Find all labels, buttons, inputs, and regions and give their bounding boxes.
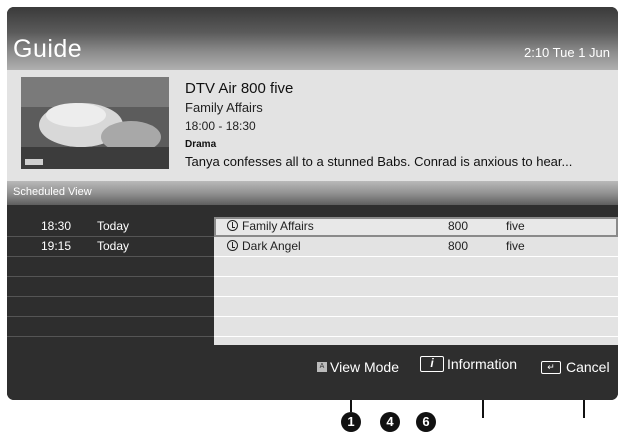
scheduled-view-label: Scheduled View <box>13 186 92 198</box>
information-button[interactable]: i Information <box>420 356 517 372</box>
table-row <box>214 317 618 337</box>
callout-number: 4 <box>380 412 400 432</box>
channel-name: DTV Air 800 five <box>185 80 294 97</box>
programme-description: Tanya confesses all to a stunned Babs. C… <box>185 154 573 169</box>
callout-number: 1 <box>341 412 361 432</box>
programme-time: 18:00 - 18:30 <box>185 119 256 133</box>
guide-header: Guide 2:10 Tue 1 Jun <box>7 7 618 70</box>
guide-screen: Guide 2:10 Tue 1 Jun DTV Air 800 five Fa… <box>7 7 618 400</box>
table-row[interactable]: 19:15 Today <box>7 237 214 257</box>
schedule-channel-name: five <box>506 219 525 233</box>
programme-title: Family Affairs <box>185 100 263 115</box>
callout-number: 6 <box>416 412 436 432</box>
schedule-time: 19:15 <box>41 239 72 253</box>
schedule-day: Today <box>97 219 130 233</box>
table-row <box>7 317 214 337</box>
schedule-channel-number: 800 <box>448 239 469 253</box>
table-row <box>7 297 214 317</box>
page-title: Guide <box>13 35 83 63</box>
info-key-icon: i <box>420 356 444 372</box>
schedule-programme-column: Family Affairs 800 five Dark Angel 800 f… <box>214 217 618 345</box>
table-row[interactable]: Dark Angel 800 five <box>214 237 618 257</box>
schedule-time: 18:30 <box>41 219 72 233</box>
cancel-label: Cancel <box>566 359 610 375</box>
callout-line <box>482 400 484 418</box>
schedule-programme: Dark Angel <box>242 239 301 253</box>
clock-icon <box>227 220 238 231</box>
table-row[interactable]: 18:30 Today <box>7 217 214 237</box>
schedule-programme: Family Affairs <box>242 219 314 233</box>
table-row-selected[interactable]: Family Affairs 800 five <box>214 217 618 237</box>
schedule-time-column: 18:30 Today 19:15 Today <box>7 217 214 345</box>
table-row <box>214 277 618 297</box>
table-row <box>7 277 214 297</box>
cancel-button[interactable]: ↵ Cancel <box>541 359 610 375</box>
table-row <box>7 257 214 277</box>
schedule-day: Today <box>97 239 130 253</box>
scheduled-view-bar: Scheduled View <box>7 181 618 205</box>
schedule-channel-number: 800 <box>448 219 469 233</box>
view-mode-label: View Mode <box>330 359 400 375</box>
callout-line <box>583 400 585 418</box>
clock-text: 2:10 Tue 1 Jun <box>523 45 610 60</box>
table-row <box>214 297 618 317</box>
programme-info-panel: DTV Air 800 five Family Affairs 18:00 - … <box>7 70 618 181</box>
information-label: Information <box>447 356 518 372</box>
guide-footer: A View Mode i Information ↵ Cancel <box>7 345 618 400</box>
table-row <box>214 257 618 277</box>
a-key-icon: A <box>317 362 327 372</box>
callout-line <box>350 400 352 412</box>
programme-thumbnail <box>21 77 169 169</box>
clock-icon <box>227 240 238 251</box>
return-key-icon: ↵ <box>541 360 561 374</box>
view-mode-button[interactable]: A View Mode <box>317 359 399 375</box>
programme-genre: Drama <box>185 139 217 150</box>
schedule-channel-name: five <box>506 239 525 253</box>
